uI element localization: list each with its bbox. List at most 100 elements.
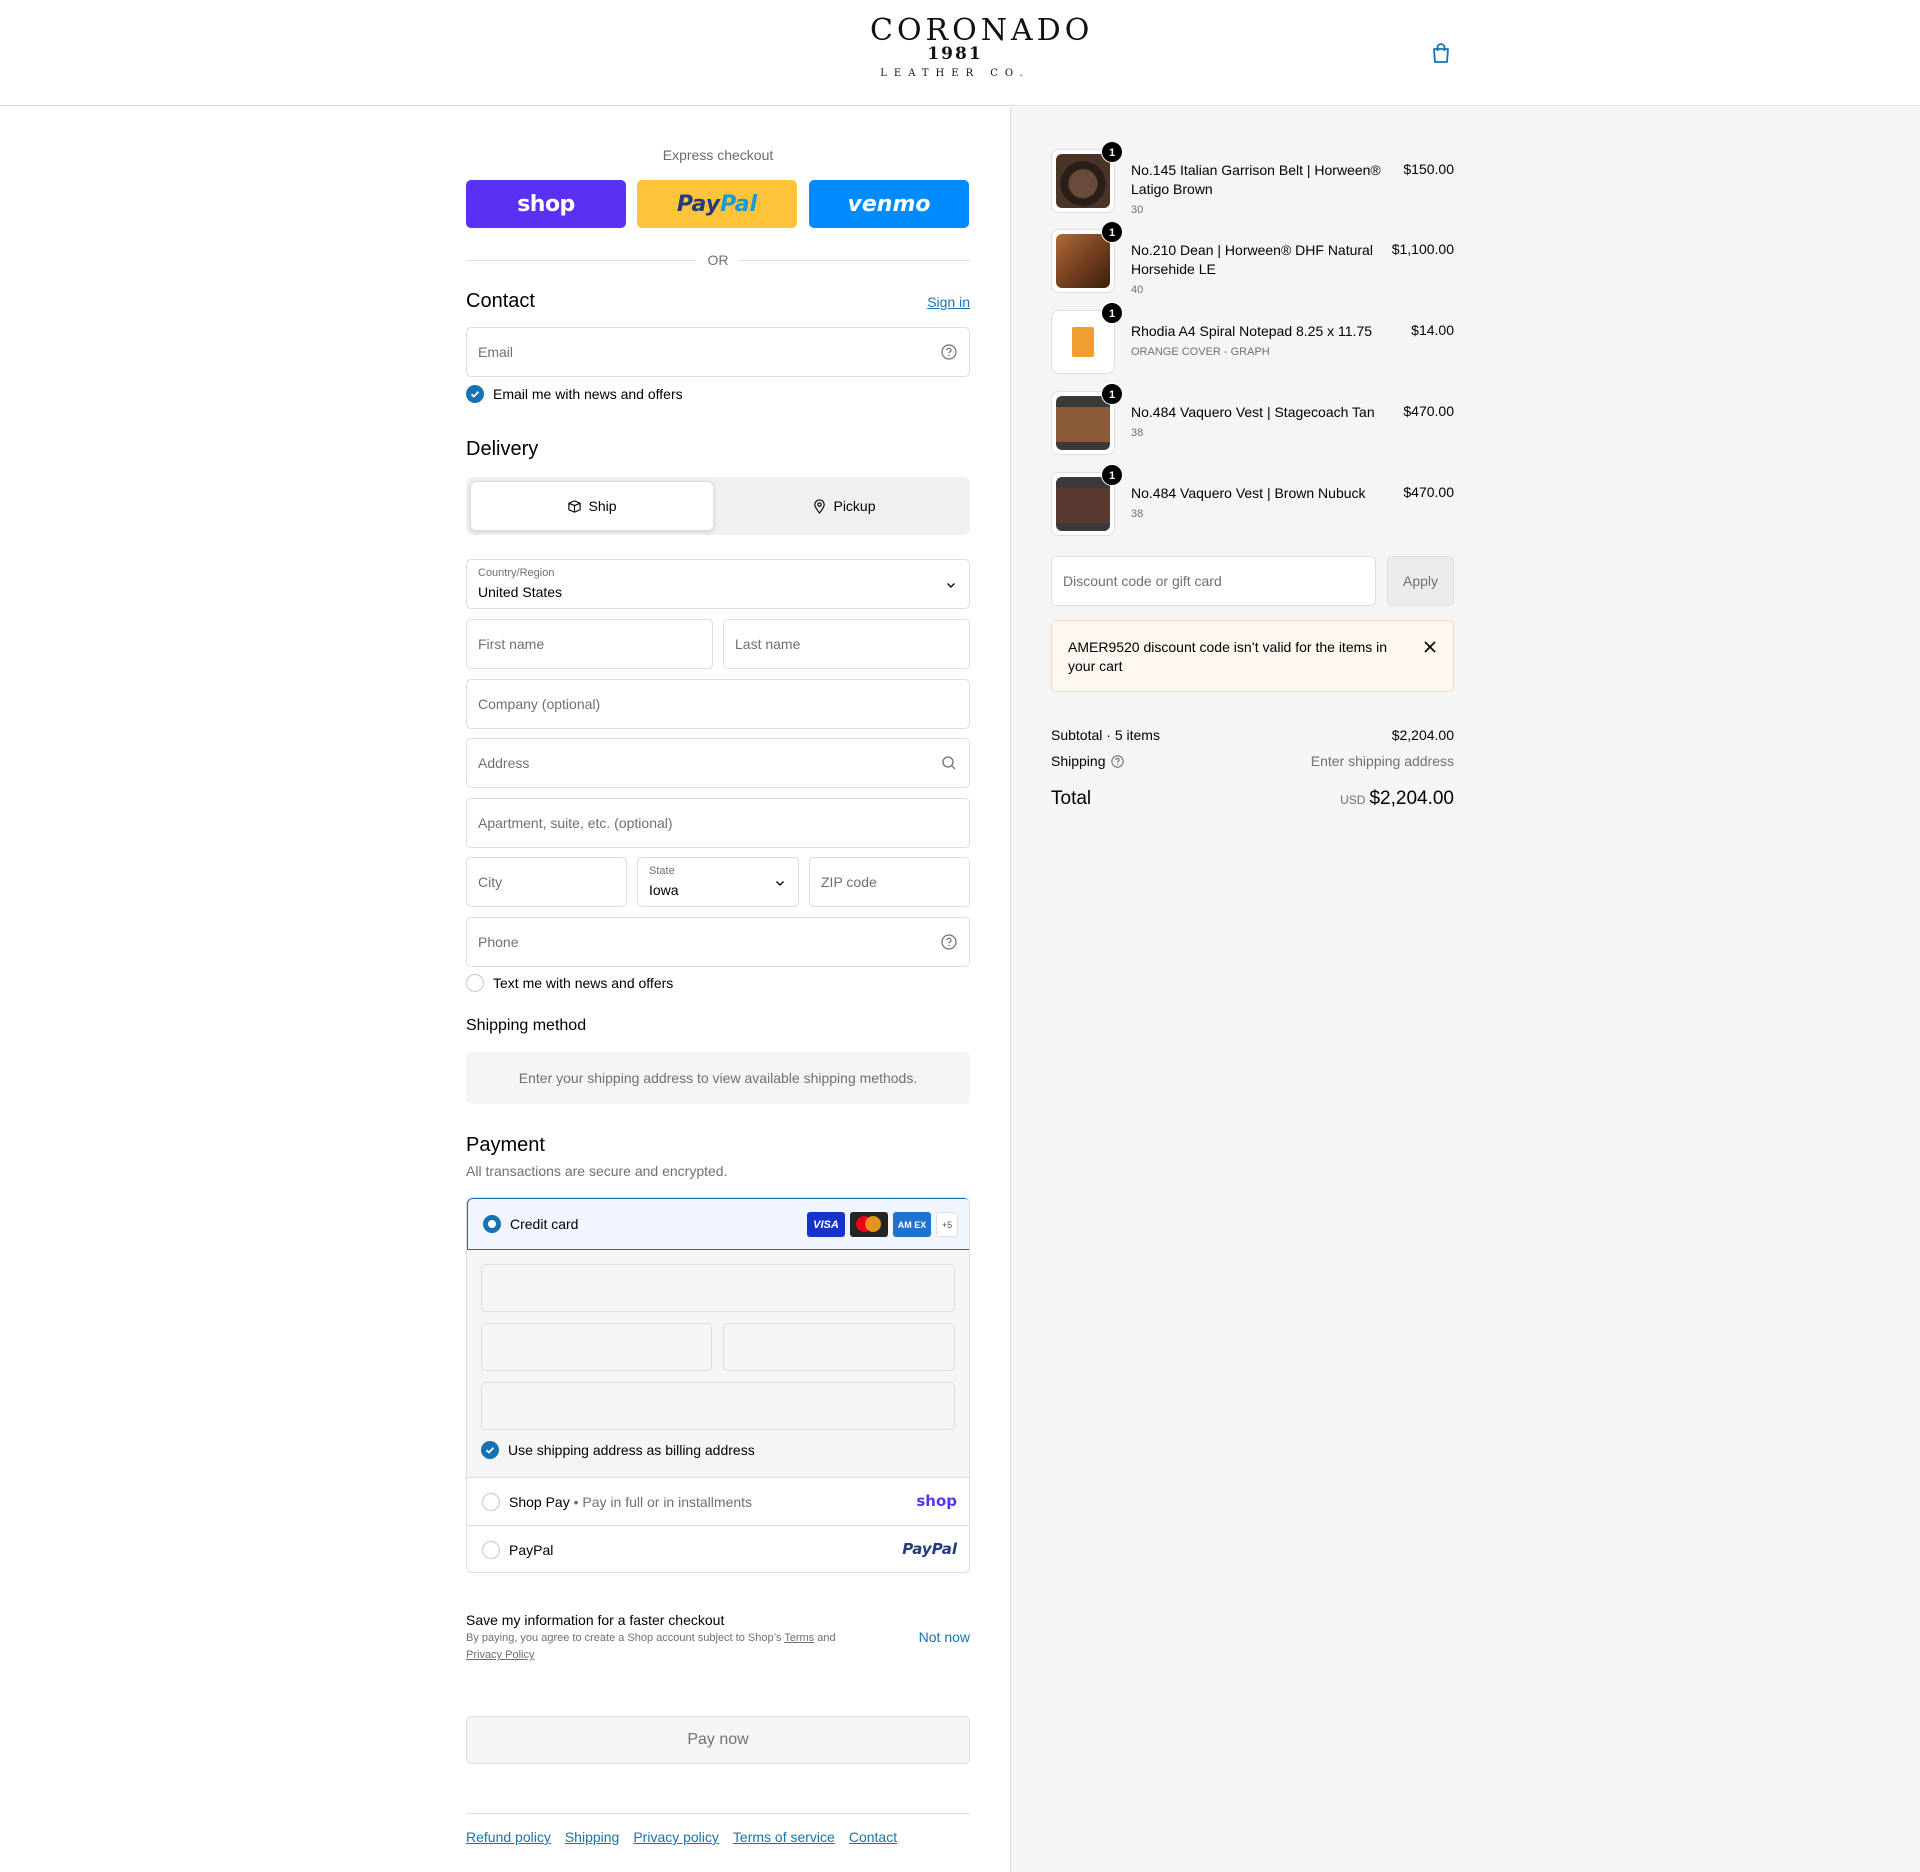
product-price: $14.00 (1411, 322, 1454, 338)
paypal-label: PayPal (509, 1542, 554, 1558)
credit-card-option[interactable]: Credit card VISA AM EX +5 (467, 1198, 969, 1250)
quantity-badge: 1 (1101, 302, 1123, 324)
pay-now-button[interactable]: Pay now (466, 1716, 970, 1764)
total-label: Total (1051, 788, 1092, 809)
quantity-badge: 1 (1101, 383, 1123, 405)
quantity-badge: 1 (1101, 221, 1123, 243)
billing-same-checkbox[interactable]: Use shipping address as billing address (481, 1441, 755, 1459)
not-now-button[interactable]: Not now (919, 1629, 970, 1645)
shop-pay-express-button[interactable]: shop (466, 180, 626, 228)
pickup-option[interactable]: Pickup (722, 481, 966, 531)
city-field[interactable]: City (466, 857, 627, 907)
product-name: No.484 Vaquero Vest | Stagecoach Tan (1131, 404, 1375, 420)
ship-option[interactable]: Ship (470, 481, 714, 531)
contact-title: Contact (466, 290, 535, 312)
billing-same-label: Use shipping address as billing address (508, 1442, 755, 1458)
product-price: $470.00 (1403, 403, 1454, 419)
mastercard-icon (850, 1212, 888, 1237)
shipping-label: Shipping (1051, 753, 1106, 769)
discount-placeholder: Discount code or gift card (1063, 573, 1222, 589)
chevron-down-icon (947, 583, 955, 588)
text-news-label: Text me with news and offers (493, 975, 674, 991)
product-price: $1,100.00 (1391, 241, 1454, 257)
country-select[interactable]: Country/Region United States (466, 559, 970, 609)
visa-icon: VISA (807, 1212, 845, 1237)
terms-link[interactable]: Terms (784, 1632, 814, 1644)
shipping-row: Shipping Enter shipping address (1051, 753, 1454, 769)
or-divider: OR (466, 250, 970, 270)
help-icon[interactable] (941, 934, 957, 950)
name-on-card-field[interactable] (481, 1382, 955, 1430)
apartment-field[interactable]: Apartment, suite, etc. (optional) (466, 798, 970, 848)
text-news-checkbox[interactable]: Text me with news and offers (466, 974, 673, 992)
paypal-logo: PayPal (902, 1540, 957, 1558)
country-label: Country/Region (478, 567, 555, 579)
card-number-field[interactable] (481, 1264, 955, 1312)
address-field[interactable]: Address (466, 738, 970, 788)
state-label: State (649, 865, 675, 877)
more-cards-badge: +5 (936, 1212, 958, 1237)
product-variant: 30 (1131, 204, 1144, 216)
product-name: No.145 Italian Garrison Belt | Horween® … (1131, 162, 1381, 197)
expiration-field[interactable] (481, 1323, 712, 1371)
product-name: No.484 Vaquero Vest | Brown Nubuck (1131, 485, 1366, 501)
email-field[interactable]: Email (466, 327, 970, 377)
radio-selected-icon (483, 1215, 501, 1233)
privacy-policy-footer-link[interactable]: Privacy policy (633, 1829, 719, 1845)
cart-item: 1 No.210 Dean | Horween® DHF Natural Hor… (1051, 221, 1454, 296)
venmo-express-button[interactable]: venmo (809, 180, 969, 228)
contact-link[interactable]: Contact (849, 1829, 897, 1845)
save-info-title: Save my information for a faster checkou… (466, 1612, 725, 1628)
zip-placeholder: ZIP code (821, 874, 877, 890)
cart-item: 1 No.484 Vaquero Vest | Stagecoach Tan 38… (1051, 383, 1454, 455)
paypal-express-button[interactable]: Pay Pal (637, 180, 797, 228)
first-name-field[interactable]: First name (466, 619, 713, 669)
shopping-bag-icon[interactable] (1430, 42, 1452, 64)
last-name-field[interactable]: Last name (723, 619, 970, 669)
close-icon[interactable] (1423, 640, 1437, 654)
company-placeholder: Company (optional) (478, 696, 601, 712)
checkbox-checked-icon (466, 385, 484, 403)
security-code-field[interactable] (723, 1323, 955, 1371)
footer-links: Refund policy Shipping Privacy policy Te… (466, 1829, 897, 1845)
product-price: $150.00 (1403, 161, 1454, 177)
footer-divider (466, 1813, 970, 1814)
product-image (1056, 234, 1110, 288)
company-field[interactable]: Company (optional) (466, 679, 970, 729)
product-variant: ORANGE COVER - GRAPH (1131, 346, 1270, 358)
sign-in-link[interactable]: Sign in (927, 294, 970, 310)
shop-pay-option[interactable]: Shop Pay • Pay in full or in installment… (467, 1478, 969, 1526)
discount-code-input[interactable]: Discount code or gift card (1051, 556, 1376, 606)
first-name-placeholder: First name (478, 636, 545, 652)
product-name: No.210 Dean | Horween® DHF Natural Horse… (1131, 242, 1373, 277)
shipping-method-note: Enter your shipping address to view avai… (466, 1052, 970, 1104)
address-placeholder: Address (478, 755, 530, 771)
help-icon[interactable] (1110, 754, 1124, 768)
apply-discount-button[interactable]: Apply (1387, 556, 1454, 606)
payment-subtitle: All transactions are secure and encrypte… (466, 1163, 728, 1179)
shipping-link[interactable]: Shipping (565, 1829, 620, 1845)
or-label: OR (707, 252, 729, 268)
zip-field[interactable]: ZIP code (809, 857, 970, 907)
paypal-option[interactable]: PayPal PayPal (467, 1526, 969, 1572)
radio-unselected-icon (482, 1541, 500, 1559)
product-variant: 38 (1131, 427, 1144, 439)
shipping-method-title: Shipping method (466, 1017, 587, 1034)
header: CORONADO 1981 LEATHER CO. (0, 0, 1920, 106)
cart-item: 1 No.484 Vaquero Vest | Brown Nubuck 38 $… (1051, 464, 1454, 536)
state-select[interactable]: State Iowa (637, 857, 799, 907)
help-icon[interactable] (941, 344, 957, 360)
terms-of-service-link[interactable]: Terms of service (733, 1829, 835, 1845)
product-image (1056, 315, 1110, 369)
location-pin-icon (814, 498, 826, 514)
brand-logo[interactable]: CORONADO 1981 LEATHER CO. (870, 14, 1089, 90)
discount-error-alert: AMER9520 discount code isn’t valid for t… (1051, 620, 1454, 692)
email-news-checkbox[interactable]: Email me with news and offers (466, 385, 683, 403)
product-variant: 38 (1131, 508, 1144, 520)
paypal-label-pay: Pay (676, 191, 721, 217)
email-placeholder: Email (478, 344, 514, 360)
privacy-policy-link[interactable]: Privacy Policy (466, 1649, 534, 1661)
phone-field[interactable]: Phone (466, 917, 970, 967)
product-name: Rhodia A4 Spiral Notepad 8.25 x 11.75 (1131, 323, 1373, 339)
refund-policy-link[interactable]: Refund policy (466, 1829, 551, 1845)
